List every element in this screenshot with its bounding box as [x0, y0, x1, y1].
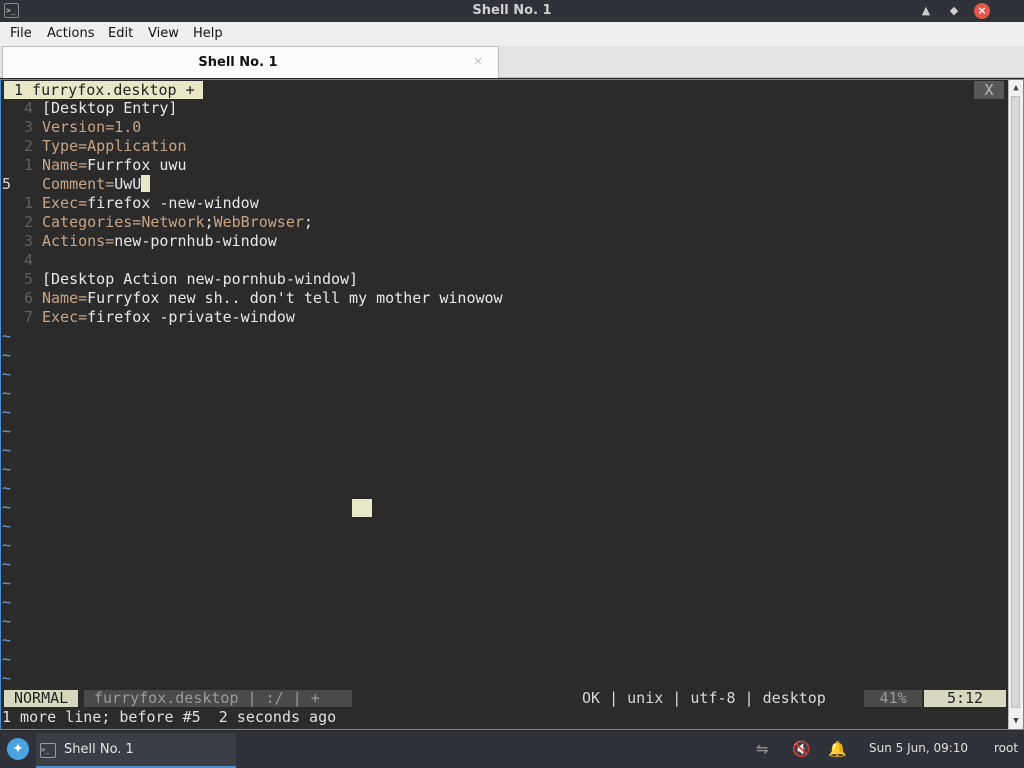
vim-line-text[interactable]: Actions=new-pornhub-window	[42, 232, 277, 251]
vim-tilde: ~	[2, 669, 12, 687]
vim-buffer-line: 1 furryfox.desktop + X	[2, 81, 1008, 99]
menu-file[interactable]: File	[10, 26, 32, 41]
vim-line-number: 4	[23, 99, 33, 117]
tab-shell-1[interactable]: Shell No. 1 ×	[2, 46, 499, 78]
mouse-cursor-block	[352, 499, 372, 517]
vim-line-number: 2	[23, 137, 33, 155]
menu-help[interactable]: Help	[193, 26, 223, 41]
vim-line-text[interactable]: Name=Furryfox new sh.. don't tell my mot…	[42, 289, 503, 308]
vim-tilde: ~	[2, 612, 12, 630]
vim-line-number: 2	[23, 213, 33, 231]
menu-actions[interactable]: Actions	[47, 26, 95, 41]
status-percent: 41%	[864, 690, 922, 707]
tab-bar: Shell No. 1 ×	[0, 46, 1024, 78]
vim-line-number: 6	[23, 289, 33, 307]
tab-close-icon[interactable]: ×	[473, 54, 483, 68]
scrollbar-thumb[interactable]	[1011, 96, 1020, 708]
menu-view[interactable]: View	[148, 26, 179, 41]
vim-line-number: 7	[23, 308, 33, 326]
manjaro-icon[interactable]: ✦	[7, 738, 29, 760]
vim-message-line: 1 more line; before #5 2 seconds ago	[2, 708, 337, 726]
vim-line-text[interactable]: Type=Application	[42, 137, 187, 156]
vim-tilde: ~	[2, 403, 12, 421]
vim-line-number: 3	[23, 118, 33, 136]
terminal-view[interactable]: 1 furryfox.desktop + X 4 [Desktop Entry] 3…	[0, 79, 1024, 730]
vim-line-number: 3	[23, 232, 33, 250]
taskbar-item-shell[interactable]: >_ Shell No. 1	[36, 733, 236, 768]
window-title: Shell No. 1	[472, 3, 552, 18]
vim-tilde: ~	[2, 327, 12, 345]
vim-line-text[interactable]: Exec=firefox -new-window	[42, 194, 259, 213]
status-file: furryfox.desktop | :/ | +	[84, 690, 352, 707]
vim-buffer-close[interactable]: X	[974, 81, 1004, 99]
vim-tilde: ~	[2, 650, 12, 668]
vim-statusline: NORMAL furryfox.desktop | :/ | + OK | un…	[2, 689, 1008, 708]
vim-line-number: 5	[23, 270, 33, 288]
scroll-down-icon[interactable]: ▼	[1010, 715, 1022, 727]
maximize-icon[interactable]: ◆	[946, 3, 962, 19]
vim-tilde: ~	[2, 517, 12, 535]
vim-line-text[interactable]: [Desktop Entry]	[42, 99, 177, 118]
vim-tilde: ~	[2, 536, 12, 554]
vim-tilde: ~	[2, 479, 12, 497]
vim-line-number: 4	[23, 251, 33, 269]
vim-tilde: ~	[2, 384, 12, 402]
vim-tilde: ~	[2, 346, 12, 364]
status-position: 5:12	[924, 690, 1006, 707]
terminal-icon: >_	[40, 743, 56, 758]
user-name[interactable]: root	[994, 741, 1018, 755]
vim-tilde: ~	[2, 593, 12, 611]
vim-tilde: ~	[2, 631, 12, 649]
close-icon[interactable]: ×	[974, 3, 990, 19]
vim-line-number: 5	[2, 175, 12, 193]
vim-buffer-tab[interactable]: 1 furryfox.desktop +	[4, 81, 203, 99]
status-info: OK | unix | utf-8 | desktop	[582, 689, 826, 707]
vim-tilde: ~	[2, 555, 12, 573]
vim-line-text[interactable]: Name=Furrfox uwu	[42, 156, 187, 175]
bell-icon[interactable]: 🔔	[828, 740, 847, 758]
shade-icon[interactable]: ▲	[918, 3, 934, 19]
vim-line-text[interactable]: Comment=UwU	[42, 175, 151, 194]
terminal-scrollbar[interactable]: ▲ ▼	[1008, 80, 1023, 729]
vim-line-text[interactable]: Version=1.0	[42, 118, 141, 137]
status-mode: NORMAL	[4, 690, 79, 707]
scroll-up-icon[interactable]: ▲	[1010, 82, 1022, 94]
vim-line-text[interactable]: Exec=firefox -private-window	[42, 308, 295, 327]
volume-muted-icon[interactable]: 🔇	[792, 740, 811, 758]
vim-tilde: ~	[2, 574, 12, 592]
vim-line-text[interactable]: [Desktop Action new-pornhub-window]	[42, 270, 358, 289]
vim-tilde: ~	[2, 460, 12, 478]
taskbar: ✦ >_ Shell No. 1 ⇋ 🔇 🔔 Sun 5 Jun, 09:10 …	[0, 731, 1024, 768]
vim-tilde: ~	[2, 498, 12, 516]
vim-tilde: ~	[2, 365, 12, 383]
vim-tilde: ~	[2, 441, 12, 459]
taskbar-item-label: Shell No. 1	[64, 742, 134, 757]
text-cursor	[141, 175, 151, 192]
clock[interactable]: Sun 5 Jun, 09:10	[869, 741, 968, 755]
tab-label: Shell No. 1	[198, 55, 278, 70]
network-off-icon[interactable]: ⇋	[756, 740, 769, 758]
vim-tilde: ~	[2, 422, 12, 440]
vim-line-number: 1	[23, 194, 33, 212]
menu-bar: File Actions Edit View Help	[0, 22, 1024, 46]
window-titlebar[interactable]: >_ Shell No. 1 ▲ ◆ ×	[0, 0, 1024, 22]
vim-line-text[interactable]: Categories=Network;WebBrowser;	[42, 213, 313, 232]
vim-line-number: 1	[23, 156, 33, 174]
menu-edit[interactable]: Edit	[108, 26, 133, 41]
